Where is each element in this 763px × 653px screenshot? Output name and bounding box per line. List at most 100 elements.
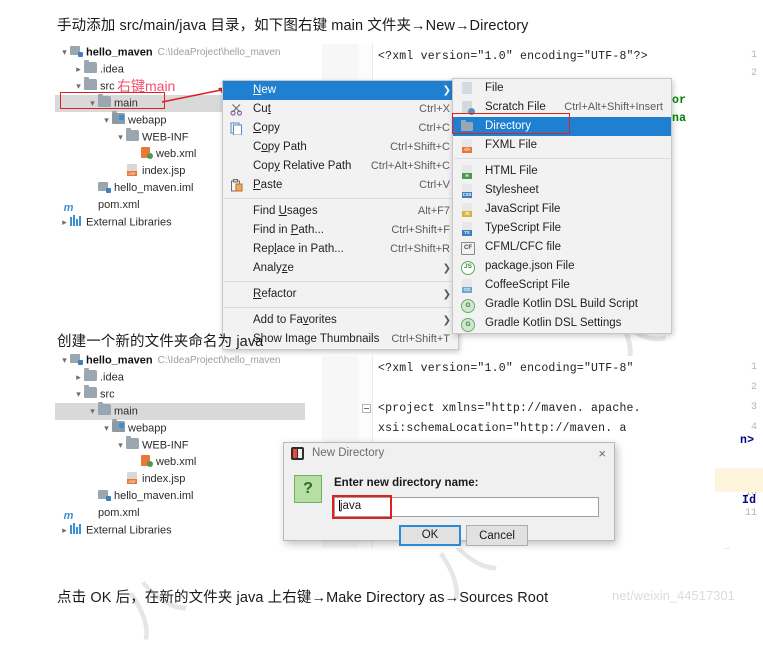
menu-item-label: Find in Path... xyxy=(253,224,324,236)
menu-item-label: Copy xyxy=(253,122,280,134)
close-icon[interactable]: × xyxy=(598,445,606,463)
tree-item[interactable]: ▸ External Libraries xyxy=(55,522,305,539)
cancel-button[interactable]: Cancel xyxy=(466,525,528,546)
tree-item[interactable]: hello_maven.iml xyxy=(55,488,305,505)
tree-item-label: hello_maven.iml xyxy=(114,182,194,194)
jsp-file-icon xyxy=(126,164,139,176)
chevron-right-icon: ❯ xyxy=(442,315,451,326)
project-tree-panel-2[interactable]: ▾ hello_maven C:\IdeaProject\hello_maven ▸.… xyxy=(55,352,305,539)
paste-icon xyxy=(231,179,243,192)
code-fold-icon[interactable] xyxy=(362,404,371,413)
submenu-item-shortcut: Ctrl+Alt+Shift+Insert xyxy=(564,101,663,113)
menu-item[interactable]: Cut Ctrl+X xyxy=(223,100,458,119)
tree-item-label: .idea xyxy=(100,63,124,76)
submenu-item-label: package.json File xyxy=(485,260,575,272)
chevron-down-icon[interactable]: ▾ xyxy=(101,420,112,437)
submenu-item[interactable]: G Gradle Kotlin DSL Settings xyxy=(453,314,671,333)
chevron-down-icon[interactable]: ▾ xyxy=(115,129,126,146)
question-icon: ? xyxy=(294,475,322,503)
menu-item[interactable]: Add to Favorites ❯ xyxy=(223,311,458,330)
submenu-item[interactable]: TS TypeScript File xyxy=(453,219,671,238)
chevron-down-icon[interactable]: ▾ xyxy=(59,44,70,61)
tree-item[interactable]: index.jsp xyxy=(55,471,305,488)
line-number: 4 xyxy=(750,422,757,433)
code-line: <?xml version="1.0" encoding="UTF-8" xyxy=(378,362,634,375)
tree-item-label: index.jsp xyxy=(142,473,186,485)
line-number: 1 xyxy=(750,362,757,373)
submenu-item-label: File xyxy=(485,82,504,94)
tree-item-label: External Libraries xyxy=(86,216,172,229)
ok-button[interactable]: OK xyxy=(399,525,461,546)
menu-item-label: Analyze xyxy=(253,262,294,274)
menu-item-shortcut: Alt+F7 xyxy=(417,205,450,217)
submenu-item[interactable]: JS JavaScript File xyxy=(453,200,671,219)
tree-item-label: src xyxy=(100,80,115,93)
line-number: 11 xyxy=(744,508,757,519)
menu-item[interactable]: Replace in Path... Ctrl+Shift+R xyxy=(223,240,458,259)
menu-item[interactable]: Copy Path Ctrl+Shift+C xyxy=(223,138,458,157)
tree-item[interactable]: ▸ .idea xyxy=(55,60,305,78)
submenu-item[interactable]: </> FXML File xyxy=(453,136,671,155)
chevron-right-icon: ❯ xyxy=(442,85,451,96)
iml-file-icon xyxy=(98,489,111,501)
menu-item[interactable]: Refactor ❯ xyxy=(223,285,458,304)
editor-fragment-na: na xyxy=(672,112,687,125)
chevron-right-icon[interactable]: ▸ xyxy=(59,522,70,539)
tree-item[interactable]: ▾ hello_maven C:\IdeaProject\hello_maven xyxy=(55,44,305,61)
folder-icon xyxy=(126,436,139,450)
menu-item[interactable]: Copy Relative Path Ctrl+Alt+Shift+C xyxy=(223,157,458,176)
menu-item[interactable]: Find in Path... Ctrl+Shift+F xyxy=(223,221,458,240)
chevron-right-icon[interactable]: ▸ xyxy=(73,369,84,386)
editor-warning-stripe xyxy=(715,468,763,492)
tree-item-label: webapp xyxy=(128,114,167,127)
tree-item[interactable]: ▸ .idea xyxy=(55,368,305,386)
module-icon xyxy=(70,45,83,58)
tree-item-label: WEB-INF xyxy=(142,131,189,144)
chevron-right-icon[interactable]: ▸ xyxy=(59,214,70,231)
submenu-item[interactable]: CF CFML/CFC file xyxy=(453,238,671,257)
chevron-down-icon[interactable]: ▾ xyxy=(59,352,70,369)
chevron-down-icon[interactable]: ▾ xyxy=(115,437,126,454)
menu-item[interactable]: Copy Ctrl+C xyxy=(223,119,458,138)
submenu-separator xyxy=(454,158,670,159)
xml-file-icon xyxy=(140,147,153,159)
menu-separator xyxy=(224,198,457,199)
tree-item[interactable]: m pom.xml xyxy=(55,505,305,522)
menu-separator xyxy=(224,307,457,308)
chevron-right-icon[interactable]: ▸ xyxy=(73,61,84,78)
submenu-item[interactable]: G Gradle Kotlin DSL Build Script xyxy=(453,295,671,314)
menu-item[interactable]: Paste Ctrl+V xyxy=(223,176,458,195)
menu-item-shortcut: Ctrl+Alt+Shift+C xyxy=(370,160,450,172)
chevron-down-icon[interactable]: ▾ xyxy=(101,112,112,129)
tree-item[interactable]: ▾ webapp xyxy=(55,419,305,437)
menu-item[interactable]: Find Usages Alt+F7 xyxy=(223,202,458,221)
tree-item-label: webapp xyxy=(128,422,167,435)
chevron-down-icon[interactable]: ▾ xyxy=(87,403,98,420)
context-menu[interactable]: New ❯ Cut Ctrl+X Copy Ctrl+C Copy Path Ctrl+Shi… xyxy=(222,80,459,350)
maven-icon: m xyxy=(63,510,74,522)
tree-item[interactable]: ▾ src xyxy=(55,385,305,403)
menu-item[interactable]: Analyze ❯ xyxy=(223,259,458,278)
cfml-file-icon: CF xyxy=(461,241,475,255)
tree-item-label: WEB-INF xyxy=(142,439,189,452)
new-directory-dialog[interactable]: New Directory × ? Enter new directory na… xyxy=(283,442,615,546)
submenu-item[interactable]: CS CoffeeScript File xyxy=(453,276,671,295)
css-file-icon: CSS xyxy=(461,184,475,198)
submenu-item[interactable]: JS package.json File xyxy=(453,257,671,276)
line-number: 2 xyxy=(750,68,757,79)
tree-item[interactable]: ▾ WEB-INF xyxy=(55,436,305,454)
submenu-item[interactable]: File xyxy=(453,79,671,98)
tree-item[interactable]: web.xml xyxy=(55,454,305,471)
menu-item-label: Paste xyxy=(253,179,283,191)
editor-fragment-n-close: n> xyxy=(740,434,755,447)
input-highlight-box xyxy=(332,495,392,519)
submenu-item[interactable]: CSS Stylesheet xyxy=(453,181,671,200)
submenu-item[interactable]: H HTML File xyxy=(453,162,671,181)
libraries-icon xyxy=(70,523,83,535)
tree-item[interactable]: ▾ main xyxy=(55,402,305,420)
menu-item[interactable]: New ❯ xyxy=(223,81,458,100)
chevron-down-icon[interactable]: ▾ xyxy=(73,386,84,403)
tree-item[interactable]: ▾ hello_maven C:\IdeaProject\hello_maven xyxy=(55,352,305,369)
copy-icon xyxy=(230,122,242,135)
